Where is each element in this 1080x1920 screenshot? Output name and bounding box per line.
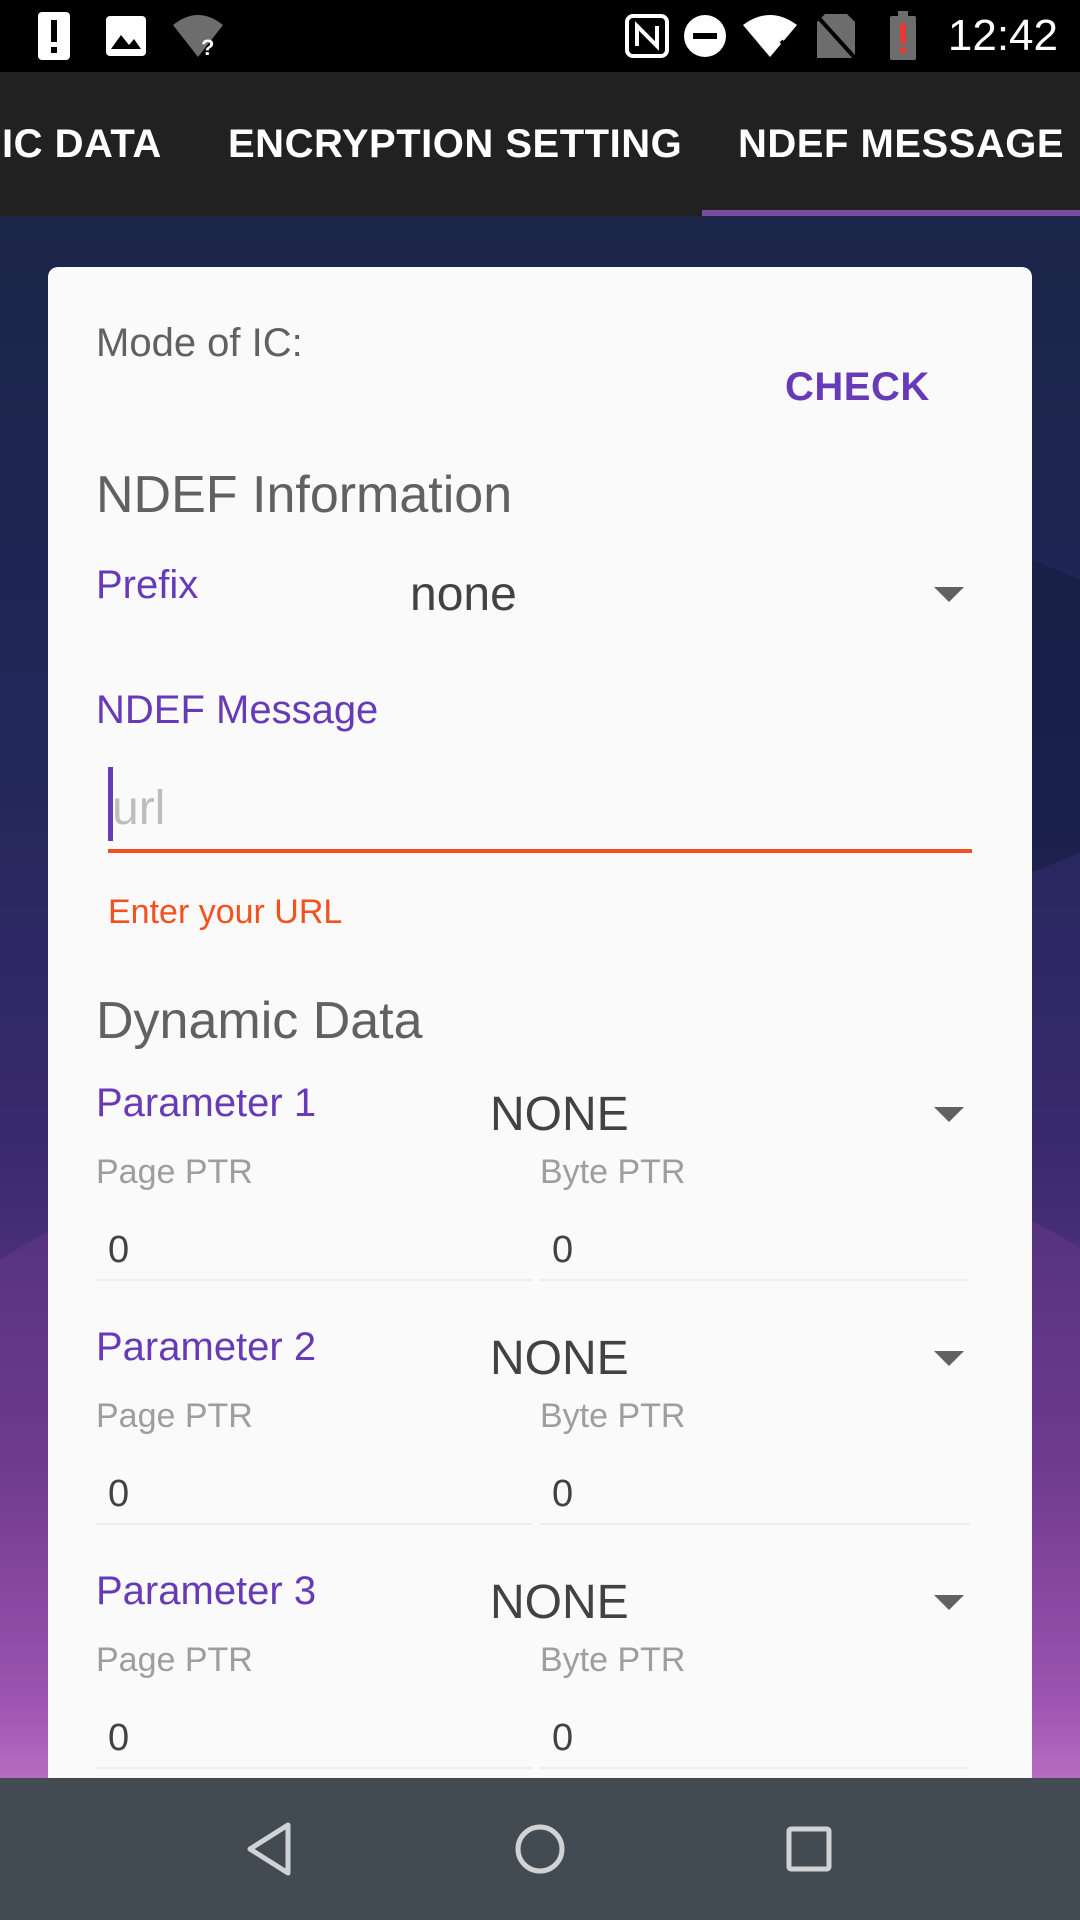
page-ptr-label: Page PTR: [96, 1397, 253, 1435]
page-ptr-value: 0: [108, 1717, 130, 1759]
nfc-icon: [624, 10, 670, 62]
check-button[interactable]: CHECK: [785, 365, 930, 410]
byte-ptr-label: Byte PTR: [540, 1397, 686, 1435]
page-ptr-input[interactable]: 0: [96, 1207, 532, 1281]
parameter-dropdown-value: NONE: [490, 1332, 629, 1385]
tab-ndef-message[interactable]: NDEF MESSAGE: [738, 72, 1064, 216]
byte-ptr-input[interactable]: 0: [540, 1451, 970, 1525]
tab-ic-data[interactable]: IC DATA: [2, 72, 162, 216]
wifi-icon: [740, 10, 800, 62]
byte-ptr-value: 0: [552, 1717, 574, 1759]
chevron-down-icon: [934, 1595, 964, 1610]
parameter-dropdown[interactable]: NONE: [478, 1555, 988, 1639]
status-bar: ? 12:42: [0, 0, 1080, 72]
battery-alert-icon: [888, 10, 918, 62]
navigation-bar: [0, 1778, 1080, 1920]
ndef-card: Mode of IC: CHECK NDEF Information Prefi…: [48, 267, 1032, 1778]
parameter-group-2: Parameter 2 NONE Page PTR Byte PTR 0 0: [48, 1325, 1032, 1569]
ndef-information-title: NDEF Information: [96, 466, 513, 524]
chevron-down-icon: [934, 587, 964, 602]
status-time: 12:42: [947, 11, 1058, 60]
parameter-label: Parameter 2: [96, 1325, 317, 1369]
parameter-label: Parameter 3: [96, 1569, 317, 1613]
dynamic-data-title: Dynamic Data: [96, 992, 423, 1050]
prefix-dropdown[interactable]: none: [398, 547, 988, 631]
parameter-dropdown-value: NONE: [490, 1576, 629, 1629]
home-icon[interactable]: [507, 1816, 573, 1882]
byte-ptr-label: Byte PTR: [540, 1153, 686, 1191]
prefix-dropdown-value: none: [410, 568, 517, 621]
chevron-down-icon: [934, 1107, 964, 1122]
byte-ptr-value: 0: [552, 1229, 574, 1271]
page-ptr-input[interactable]: 0: [96, 1695, 532, 1769]
no-sim-icon: [814, 10, 858, 62]
url-error-text: Enter your URL: [108, 893, 343, 931]
url-input[interactable]: [108, 767, 972, 853]
parameter-group-3: Parameter 3 NONE Page PTR Byte PTR 0 0: [48, 1569, 1032, 1778]
page-ptr-value: 0: [108, 1473, 130, 1515]
page-ptr-value: 0: [108, 1229, 130, 1271]
byte-ptr-value: 0: [552, 1473, 574, 1515]
page-ptr-input[interactable]: 0: [96, 1451, 532, 1525]
image-icon: [104, 10, 148, 62]
page-ptr-label: Page PTR: [96, 1153, 253, 1191]
chevron-down-icon: [934, 1351, 964, 1366]
parameter-dropdown[interactable]: NONE: [478, 1311, 988, 1395]
recents-icon[interactable]: [776, 1816, 842, 1882]
alert-icon: [36, 10, 72, 62]
prefix-label: Prefix: [96, 563, 199, 607]
dnd-icon: [682, 10, 728, 62]
page-ptr-label: Page PTR: [96, 1641, 253, 1679]
parameter-label: Parameter 1: [96, 1081, 317, 1125]
text-cursor: [108, 767, 113, 841]
ndef-message-label: NDEF Message: [96, 688, 379, 732]
parameter-dropdown-value: NONE: [490, 1088, 629, 1141]
parameter-group-1: Parameter 1 NONE Page PTR Byte PTR 0 0: [48, 1081, 1032, 1325]
byte-ptr-input[interactable]: 0: [540, 1695, 970, 1769]
byte-ptr-input[interactable]: 0: [540, 1207, 970, 1281]
back-icon[interactable]: [236, 1816, 302, 1882]
parameter-dropdown[interactable]: NONE: [478, 1067, 988, 1151]
svg-text:?: ?: [201, 35, 214, 59]
wifi-question-icon: ?: [170, 10, 226, 62]
tab-encryption-setting[interactable]: ENCRYPTION SETTING: [228, 72, 682, 216]
mode-of-ic-label: Mode of IC:: [96, 321, 303, 365]
byte-ptr-label: Byte PTR: [540, 1641, 686, 1679]
tab-bar: IC DATA ENCRYPTION SETTING NDEF MESSAGE: [0, 72, 1080, 216]
